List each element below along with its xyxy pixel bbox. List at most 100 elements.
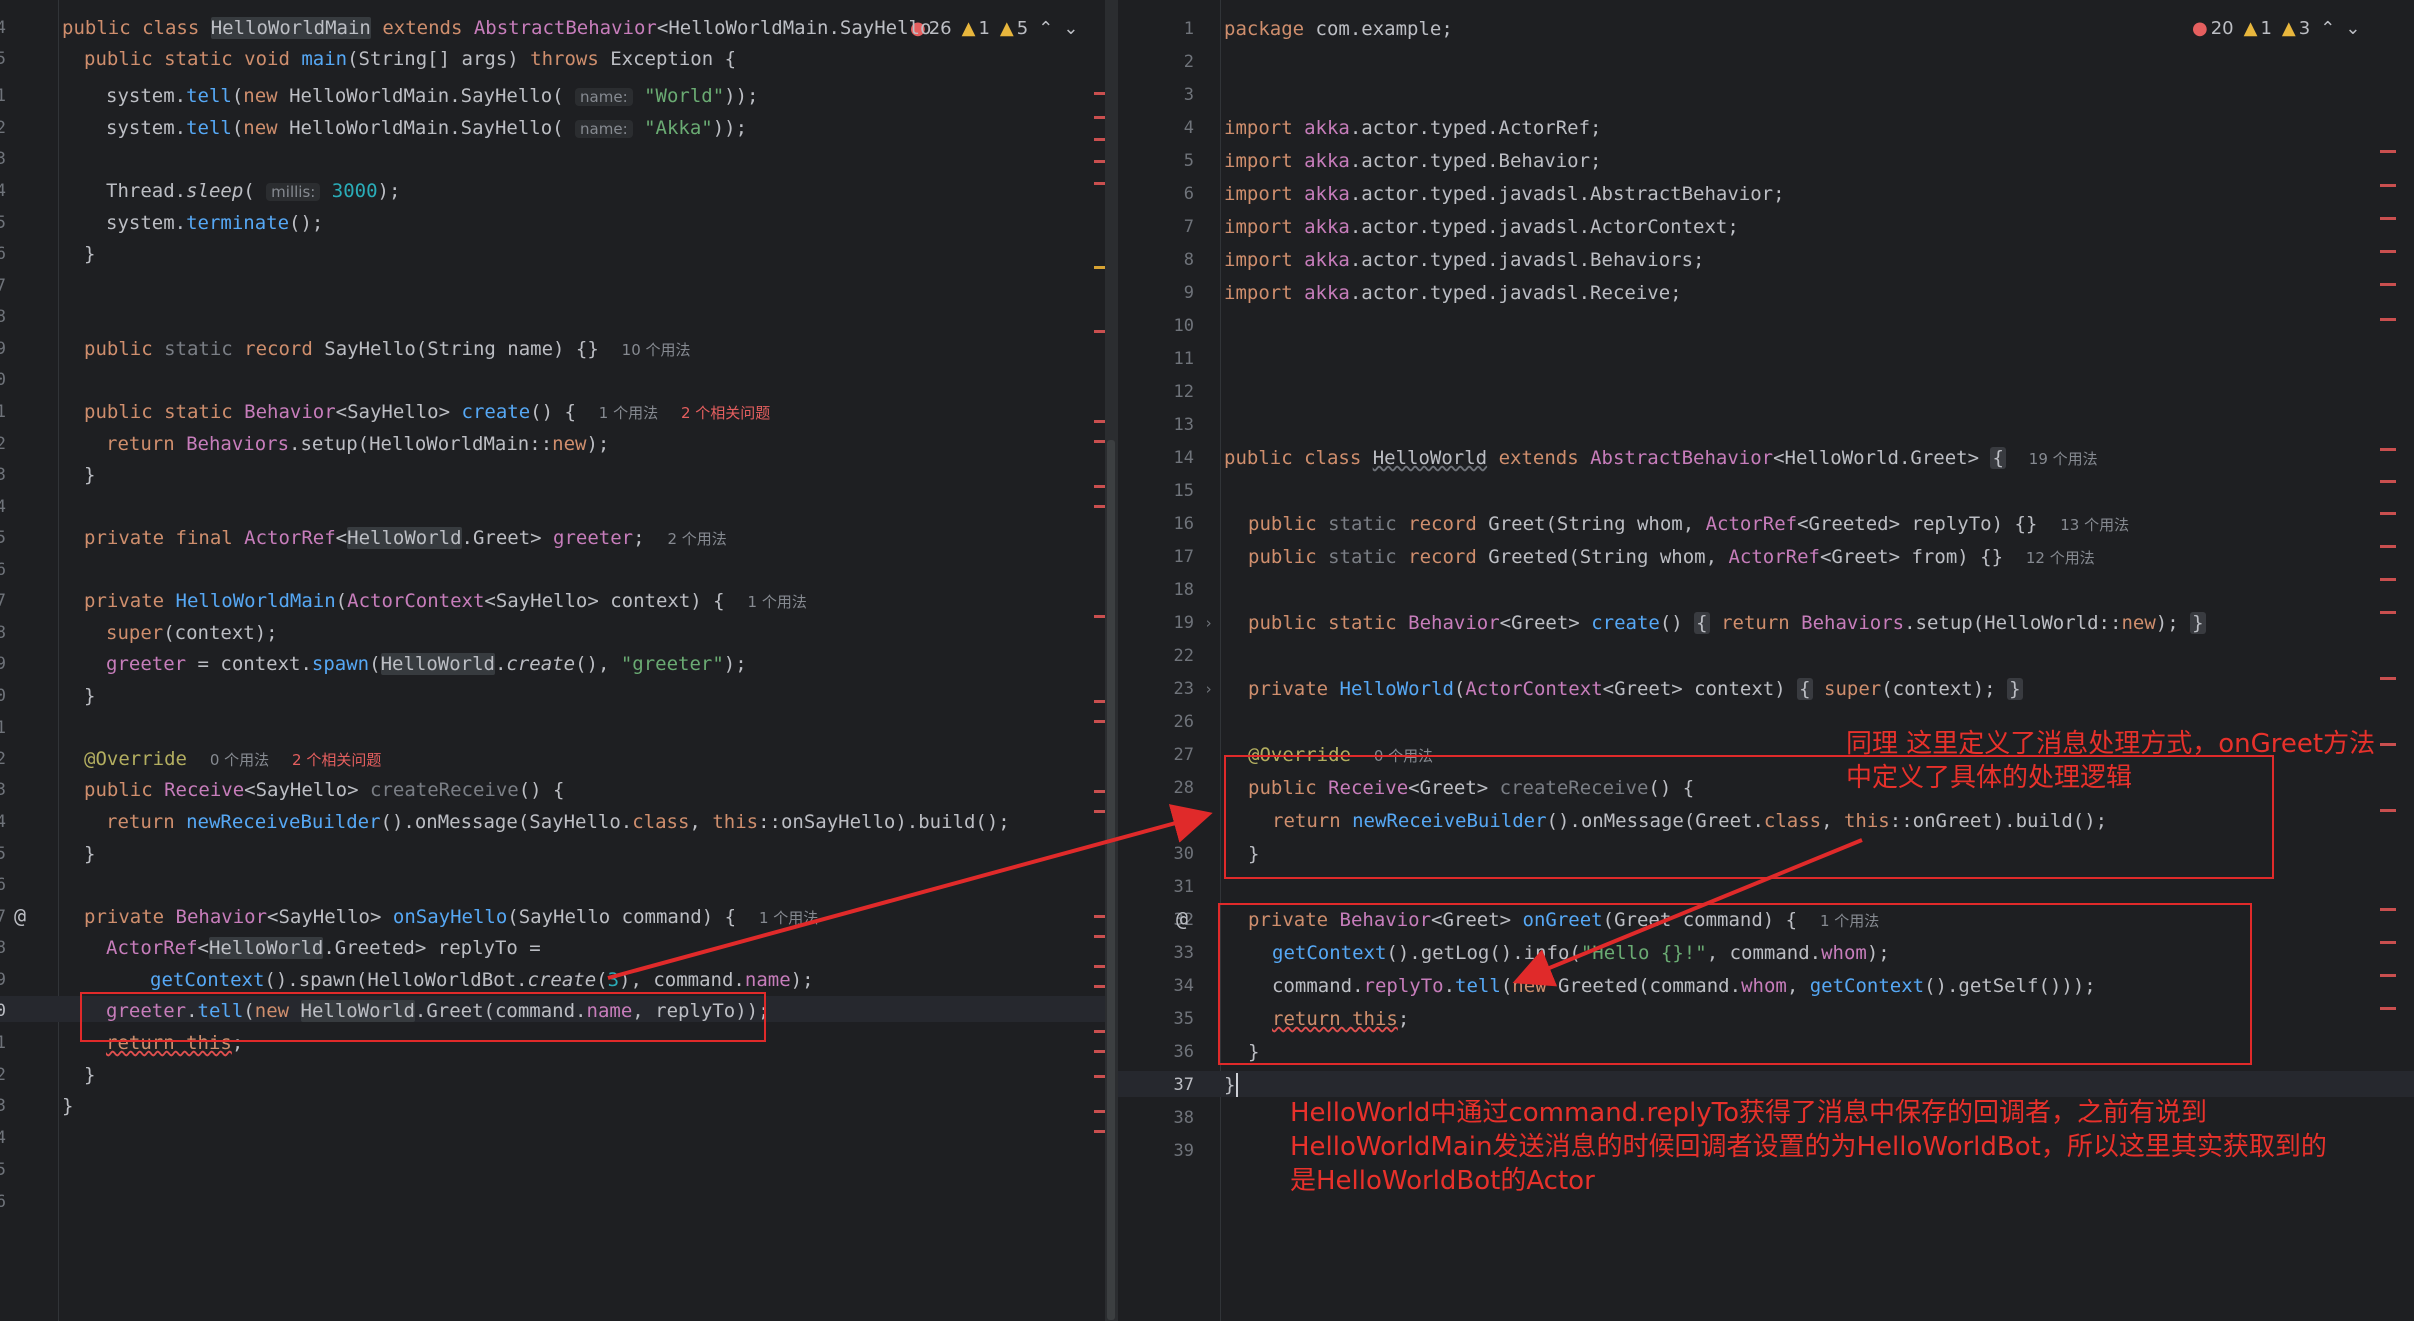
- line-number: 1: [0, 402, 6, 422]
- override-at-icon[interactable]: @: [14, 904, 26, 928]
- line-number: 22: [1173, 646, 1194, 666]
- line-number: 1: [0, 86, 6, 106]
- code-line: private HelloWorld(ActorContext<Greet> c…: [1248, 678, 2023, 700]
- line-number: 17: [1173, 547, 1194, 567]
- code-line: greeter = context.spawn(HelloWorld.creat…: [106, 653, 747, 675]
- left-editor-pane[interactable]: 4 5 1 2 3 4 5 6 7 8 9 0 1 2 3 4 5 6 7 8 9 0 1 2 3 4 5 6 7 8 9 0 1 2 3 4 5 6 ●…: [0, 0, 1105, 1321]
- line-number: 8: [0, 307, 6, 327]
- line-number: 5: [1183, 151, 1194, 171]
- line-number: 29: [1173, 811, 1194, 831]
- code-line: getContext().spawn(HelloWorldBot.create(…: [150, 969, 814, 991]
- line-number: 4: [0, 497, 6, 517]
- code-line: system.terminate();: [106, 212, 324, 234]
- line-number: 8: [0, 938, 6, 958]
- line-number: 0: [0, 1001, 6, 1021]
- line-number: 2: [0, 434, 6, 454]
- annotation-note-bottom: HelloWorld中通过command.replyTo获得了消息中保存的回调者…: [1290, 1096, 2327, 1198]
- code-line: system.tell(new HelloWorldMain.SayHello(…: [106, 117, 748, 139]
- splitter-scroll-thumb[interactable]: [1107, 440, 1115, 1320]
- line-number: 30: [1173, 844, 1194, 864]
- code-line: private Behavior<SayHello> onSayHello(Sa…: [84, 906, 819, 928]
- code-line: }: [1224, 1074, 1236, 1096]
- line-number: 1: [0, 1033, 6, 1053]
- chevron-up-icon[interactable]: ⌃: [1038, 18, 1053, 39]
- line-number: 4: [0, 181, 6, 201]
- line-number: 8: [1183, 250, 1194, 270]
- line-number: 0: [0, 370, 6, 390]
- line-number: 5: [0, 1160, 6, 1180]
- fold-arrow-icon[interactable]: ›: [1204, 680, 1213, 698]
- line-number: 3: [0, 465, 6, 485]
- line-number: 10: [1173, 316, 1194, 336]
- line-number: 3: [1183, 85, 1194, 105]
- highlight-box-greeter-tell: [80, 992, 766, 1042]
- chevron-down-icon[interactable]: ⌄: [1063, 18, 1078, 39]
- right-inspection-status[interactable]: ● 20 ▲ 1 ▲ 3 ⌃ ⌄: [2192, 18, 2360, 39]
- chevron-down-icon[interactable]: ⌄: [2345, 18, 2360, 39]
- line-number: 5: [0, 49, 6, 69]
- code-line: import akka.actor.typed.ActorRef;: [1224, 117, 1602, 139]
- line-number: 9: [0, 970, 6, 990]
- line-number: 35: [1173, 1009, 1194, 1029]
- line-number: 7: [0, 591, 6, 611]
- line-number: 34: [1173, 976, 1194, 996]
- code-line: public static record Greet(String whom, …: [1248, 513, 2130, 535]
- annotation-note-top-line: 中定义了具体的处理逻辑: [1846, 763, 2133, 793]
- line-number: 7: [0, 907, 6, 927]
- annotation-note-top: 同理 这里定义了消息处理方式，onGreet方法 中定义了具体的处理逻辑: [1846, 727, 2375, 795]
- right-gutter-divider: [1220, 0, 1221, 1321]
- code-line: public static record SayHello(String nam…: [84, 338, 691, 360]
- line-number: 26: [1173, 712, 1194, 732]
- code-line: }: [84, 464, 96, 486]
- annotation-note-bottom-line: 是HelloWorldBot的Actor: [1290, 1166, 1595, 1196]
- code-line: import akka.actor.typed.javadsl.Receive;: [1224, 282, 1682, 304]
- chevron-up-icon[interactable]: ⌃: [2320, 18, 2335, 39]
- line-number: 6: [0, 560, 6, 580]
- line-number: 8: [0, 623, 6, 643]
- code-line: package com.example;: [1224, 18, 1453, 40]
- left-inspection-status[interactable]: ● 26 ▲ 1 ▲ 5 ⌃ ⌄: [910, 18, 1078, 39]
- line-number: 2: [0, 749, 6, 769]
- line-number: 23: [1173, 679, 1194, 699]
- code-line: }: [84, 685, 96, 707]
- text-caret: [1236, 1073, 1238, 1097]
- line-number: 6: [0, 244, 6, 264]
- code-line: public Receive<SayHello> createReceive()…: [84, 779, 565, 801]
- code-line: @Override 0 个用法 2 个相关问题: [84, 748, 382, 770]
- editor-splitter[interactable]: [1105, 0, 1118, 1321]
- line-number: 18: [1173, 580, 1194, 600]
- line-number: 5: [0, 528, 6, 548]
- line-number: 3: [0, 149, 6, 169]
- line-number: 6: [1183, 184, 1194, 204]
- line-number: 9: [1183, 283, 1194, 303]
- line-number: 6: [0, 1192, 6, 1212]
- line-number: 2: [0, 1065, 6, 1085]
- line-number: 9: [0, 654, 6, 674]
- code-line: return Behaviors.setup(HelloWorldMain::n…: [106, 433, 610, 455]
- code-line: private HelloWorldMain(ActorContext<SayH…: [84, 590, 807, 612]
- code-line: Thread.sleep( millis: 3000);: [106, 180, 401, 202]
- line-number: 9: [0, 339, 6, 359]
- fold-arrow-icon[interactable]: ›: [1204, 614, 1213, 632]
- line-number: 15: [1173, 481, 1194, 501]
- line-number: 1: [0, 718, 6, 738]
- warning-icon: ▲: [2243, 18, 2258, 39]
- line-number: 33: [1173, 943, 1194, 963]
- line-number: 7: [1183, 217, 1194, 237]
- line-number: 16: [1173, 514, 1194, 534]
- right-editor-pane[interactable]: 1 2 3 4 5 6 7 8 9 10 11 12 13 14 15 16 17 18 19 22 23 26 27 28 2…: [1118, 0, 2414, 1321]
- code-line: }: [62, 1095, 74, 1117]
- code-line: }: [84, 1064, 96, 1086]
- line-number: 12: [1173, 382, 1194, 402]
- line-number: 39: [1173, 1141, 1194, 1161]
- line-number: 5: [0, 844, 6, 864]
- code-line: import akka.actor.typed.javadsl.Abstract…: [1224, 183, 1785, 205]
- right-current-line-highlight: [1118, 1071, 2414, 1097]
- override-at-icon[interactable]: @: [1176, 907, 1188, 931]
- line-number: 27: [1173, 745, 1194, 765]
- line-number: 19: [1173, 613, 1194, 633]
- annotation-note-bottom-line: HelloWorld中通过command.replyTo获得了消息中保存的回调者…: [1290, 1098, 2208, 1128]
- code-line: super(context);: [106, 622, 278, 644]
- code-line: import akka.actor.typed.Behavior;: [1224, 150, 1602, 172]
- code-line: return newReceiveBuilder().onMessage(Say…: [106, 811, 1010, 833]
